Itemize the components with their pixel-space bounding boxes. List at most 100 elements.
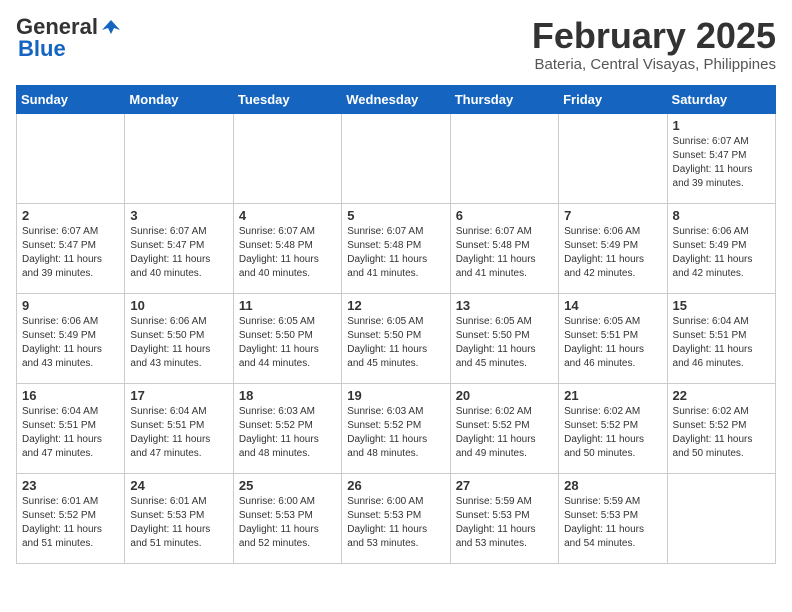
calendar-cell-5-1: 23 Sunrise: 6:01 AM Sunset: 5:52 PM Dayli… <box>17 473 125 563</box>
day-number: 10 <box>130 298 227 313</box>
calendar-cell-5-6: 28 Sunrise: 5:59 AM Sunset: 5:53 PM Dayli… <box>559 473 667 563</box>
calendar-title: February 2025 <box>532 16 776 56</box>
day-number: 19 <box>347 388 444 403</box>
calendar-cell-1-1 <box>17 113 125 203</box>
calendar-week-row-4: 16 Sunrise: 6:04 AM Sunset: 5:51 PM Dayli… <box>17 383 776 473</box>
weekday-header-thursday: Thursday <box>450 85 558 113</box>
day-info: Sunrise: 6:07 AM Sunset: 5:48 PM Dayligh… <box>456 225 553 281</box>
day-number: 27 <box>456 478 553 493</box>
day-info: Sunrise: 6:07 AM Sunset: 5:47 PM Dayligh… <box>673 135 770 191</box>
day-number: 22 <box>673 388 770 403</box>
calendar-week-row-5: 23 Sunrise: 6:01 AM Sunset: 5:52 PM Dayli… <box>17 473 776 563</box>
calendar-cell-4-2: 17 Sunrise: 6:04 AM Sunset: 5:51 PM Dayli… <box>125 383 233 473</box>
calendar-cell-3-7: 15Sunrise: 6:04 AM Sunset: 5:51 PM Dayli… <box>667 293 775 383</box>
day-number: 8 <box>673 208 770 223</box>
calendar-cell-4-7: 22 Sunrise: 6:02 AM Sunset: 5:52 PM Dayli… <box>667 383 775 473</box>
logo-blue-text: Blue <box>18 38 66 60</box>
logo-general-text: General <box>16 16 98 38</box>
calendar-table: SundayMondayTuesdayWednesdayThursdayFrid… <box>16 85 776 564</box>
day-info: Sunrise: 6:03 AM Sunset: 5:52 PM Dayligh… <box>239 405 336 461</box>
calendar-cell-2-5: 6 Sunrise: 6:07 AM Sunset: 5:48 PM Daylig… <box>450 203 558 293</box>
day-number: 2 <box>22 208 119 223</box>
logo: General Blue <box>16 16 122 60</box>
calendar-cell-2-7: 8 Sunrise: 6:06 AM Sunset: 5:49 PM Daylig… <box>667 203 775 293</box>
calendar-cell-1-5 <box>450 113 558 203</box>
calendar-week-row-2: 2 Sunrise: 6:07 AM Sunset: 5:47 PM Daylig… <box>17 203 776 293</box>
day-number: 5 <box>347 208 444 223</box>
calendar-cell-3-3: 11 Sunrise: 6:05 AM Sunset: 5:50 PM Dayli… <box>233 293 341 383</box>
calendar-cell-4-6: 21 Sunrise: 6:02 AM Sunset: 5:52 PM Dayli… <box>559 383 667 473</box>
weekday-header-sunday: Sunday <box>17 85 125 113</box>
day-info: Sunrise: 6:01 AM Sunset: 5:52 PM Dayligh… <box>22 495 119 551</box>
day-number: 1 <box>673 118 770 133</box>
day-info: Sunrise: 6:03 AM Sunset: 5:52 PM Dayligh… <box>347 405 444 461</box>
day-info: Sunrise: 6:05 AM Sunset: 5:50 PM Dayligh… <box>456 315 553 371</box>
day-info: Sunrise: 6:07 AM Sunset: 5:48 PM Dayligh… <box>239 225 336 281</box>
day-number: 3 <box>130 208 227 223</box>
day-info: Sunrise: 6:07 AM Sunset: 5:47 PM Dayligh… <box>22 225 119 281</box>
calendar-cell-5-2: 24 Sunrise: 6:01 AM Sunset: 5:53 PM Dayli… <box>125 473 233 563</box>
calendar-cell-2-6: 7 Sunrise: 6:06 AM Sunset: 5:49 PM Daylig… <box>559 203 667 293</box>
day-info: Sunrise: 6:02 AM Sunset: 5:52 PM Dayligh… <box>673 405 770 461</box>
weekday-header-row: SundayMondayTuesdayWednesdayThursdayFrid… <box>17 85 776 113</box>
calendar-cell-4-1: 16 Sunrise: 6:04 AM Sunset: 5:51 PM Dayli… <box>17 383 125 473</box>
day-number: 16 <box>22 388 119 403</box>
weekday-header-wednesday: Wednesday <box>342 85 450 113</box>
day-number: 14 <box>564 298 661 313</box>
day-number: 11 <box>239 298 336 313</box>
day-info: Sunrise: 6:04 AM Sunset: 5:51 PM Dayligh… <box>22 405 119 461</box>
calendar-cell-5-3: 25Sunrise: 6:00 AM Sunset: 5:53 PM Dayli… <box>233 473 341 563</box>
day-number: 25 <box>239 478 336 493</box>
day-info: Sunrise: 5:59 AM Sunset: 5:53 PM Dayligh… <box>564 495 661 551</box>
day-info: Sunrise: 6:05 AM Sunset: 5:50 PM Dayligh… <box>239 315 336 371</box>
title-section: February 2025 Bateria, Central Visayas, … <box>532 16 776 73</box>
calendar-cell-4-4: 19 Sunrise: 6:03 AM Sunset: 5:52 PM Dayli… <box>342 383 450 473</box>
weekday-header-saturday: Saturday <box>667 85 775 113</box>
day-number: 24 <box>130 478 227 493</box>
calendar-cell-5-4: 26Sunrise: 6:00 AM Sunset: 5:53 PM Dayli… <box>342 473 450 563</box>
day-info: Sunrise: 6:01 AM Sunset: 5:53 PM Dayligh… <box>130 495 227 551</box>
day-number: 7 <box>564 208 661 223</box>
day-number: 23 <box>22 478 119 493</box>
day-info: Sunrise: 6:06 AM Sunset: 5:49 PM Dayligh… <box>564 225 661 281</box>
calendar-cell-2-1: 2 Sunrise: 6:07 AM Sunset: 5:47 PM Daylig… <box>17 203 125 293</box>
day-number: 18 <box>239 388 336 403</box>
calendar-cell-3-2: 10 Sunrise: 6:06 AM Sunset: 5:50 PM Dayli… <box>125 293 233 383</box>
calendar-cell-3-5: 13 Sunrise: 6:05 AM Sunset: 5:50 PM Dayli… <box>450 293 558 383</box>
day-info: Sunrise: 6:06 AM Sunset: 5:49 PM Dayligh… <box>673 225 770 281</box>
day-number: 28 <box>564 478 661 493</box>
day-info: Sunrise: 6:05 AM Sunset: 5:50 PM Dayligh… <box>347 315 444 371</box>
day-info: Sunrise: 6:04 AM Sunset: 5:51 PM Dayligh… <box>673 315 770 371</box>
weekday-header-friday: Friday <box>559 85 667 113</box>
day-number: 17 <box>130 388 227 403</box>
weekday-header-monday: Monday <box>125 85 233 113</box>
calendar-cell-2-2: 3Sunrise: 6:07 AM Sunset: 5:47 PM Daylig… <box>125 203 233 293</box>
day-number: 21 <box>564 388 661 403</box>
day-number: 20 <box>456 388 553 403</box>
calendar-cell-2-4: 5Sunrise: 6:07 AM Sunset: 5:48 PM Daylig… <box>342 203 450 293</box>
calendar-cell-1-2 <box>125 113 233 203</box>
weekday-header-tuesday: Tuesday <box>233 85 341 113</box>
day-info: Sunrise: 6:06 AM Sunset: 5:49 PM Dayligh… <box>22 315 119 371</box>
calendar-subtitle: Bateria, Central Visayas, Philippines <box>532 56 776 73</box>
calendar-cell-5-7 <box>667 473 775 563</box>
day-info: Sunrise: 5:59 AM Sunset: 5:53 PM Dayligh… <box>456 495 553 551</box>
calendar-week-row-1: 1 Sunrise: 6:07 AM Sunset: 5:47 PM Daylig… <box>17 113 776 203</box>
day-info: Sunrise: 6:02 AM Sunset: 5:52 PM Dayligh… <box>564 405 661 461</box>
day-number: 13 <box>456 298 553 313</box>
day-info: Sunrise: 6:04 AM Sunset: 5:51 PM Dayligh… <box>130 405 227 461</box>
calendar-cell-4-3: 18 Sunrise: 6:03 AM Sunset: 5:52 PM Dayli… <box>233 383 341 473</box>
day-number: 6 <box>456 208 553 223</box>
day-number: 4 <box>239 208 336 223</box>
calendar-cell-1-7: 1 Sunrise: 6:07 AM Sunset: 5:47 PM Daylig… <box>667 113 775 203</box>
logo-bird-icon <box>100 16 122 38</box>
calendar-cell-2-3: 4 Sunrise: 6:07 AM Sunset: 5:48 PM Daylig… <box>233 203 341 293</box>
page-header: General Blue February 2025 Bateria, Cent… <box>16 16 776 73</box>
calendar-cell-3-6: 14Sunrise: 6:05 AM Sunset: 5:51 PM Dayli… <box>559 293 667 383</box>
day-info: Sunrise: 6:06 AM Sunset: 5:50 PM Dayligh… <box>130 315 227 371</box>
calendar-cell-1-4 <box>342 113 450 203</box>
calendar-cell-1-3 <box>233 113 341 203</box>
day-number: 9 <box>22 298 119 313</box>
day-info: Sunrise: 6:02 AM Sunset: 5:52 PM Dayligh… <box>456 405 553 461</box>
day-number: 26 <box>347 478 444 493</box>
